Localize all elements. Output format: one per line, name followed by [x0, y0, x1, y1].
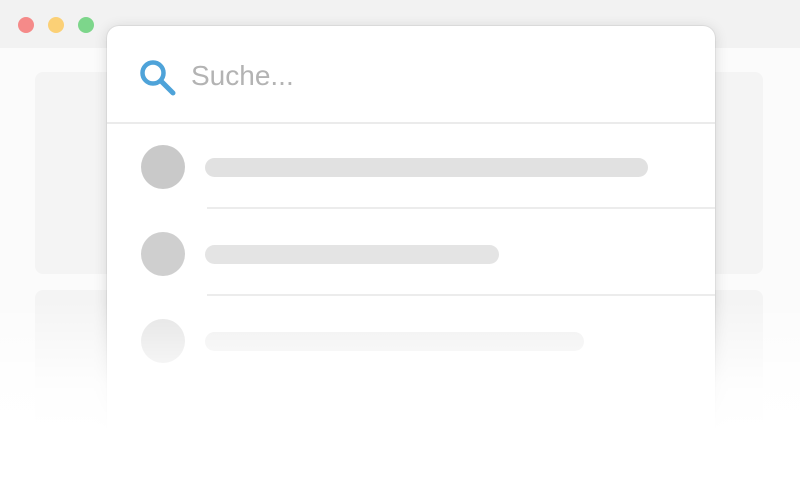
window-minimize-button[interactable] — [48, 17, 64, 33]
avatar-placeholder — [141, 232, 185, 276]
text-placeholder-line — [205, 245, 499, 264]
search-icon — [139, 59, 177, 97]
result-skeleton-row[interactable] — [107, 210, 715, 296]
bottom-fade-overlay — [0, 300, 800, 486]
search-bar — [107, 26, 715, 124]
search-input[interactable] — [191, 56, 671, 96]
avatar-placeholder — [141, 145, 185, 189]
result-skeleton-row[interactable] — [107, 123, 715, 209]
window-close-button[interactable] — [18, 17, 34, 33]
window-maximize-button[interactable] — [78, 17, 94, 33]
row-divider — [207, 207, 715, 209]
row-divider — [207, 294, 715, 296]
screen — [0, 0, 800, 486]
text-placeholder-line — [205, 158, 648, 177]
